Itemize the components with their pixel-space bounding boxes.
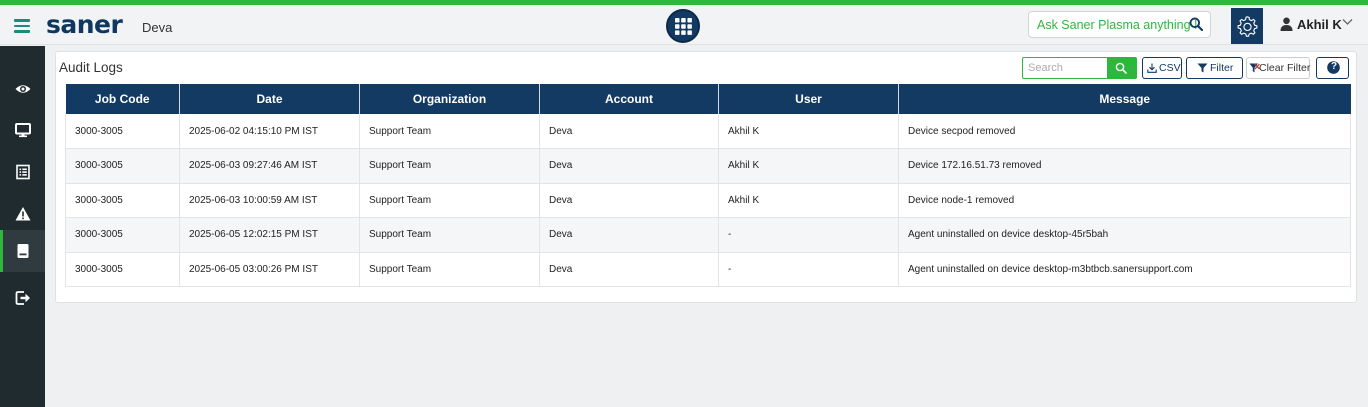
cell-account: Deva [539,252,719,287]
filter-button[interactable]: Filter [1186,57,1243,79]
sidebar-item-audit-logs[interactable] [0,230,45,272]
monitor-icon [15,123,31,138]
cell-user: Akhil K [718,148,899,184]
download-icon [1147,63,1157,73]
clear-filter-label: Clear Filter [1259,62,1311,74]
cell-organization: Support Team [359,252,540,287]
column-header-message[interactable]: Message [898,84,1351,114]
list-icon [16,164,30,180]
chevron-down-icon [1342,19,1353,25]
logs-icon [17,244,29,258]
top-header: saner Deva Ask Saner Plasma anything ! A… [0,5,1368,45]
user-name: Akhil K [1297,17,1342,32]
cell-message: Agent uninstalled on device desktop-m3bt… [898,252,1351,287]
warning-icon [15,207,31,221]
filter-icon [1197,63,1208,73]
cell-organization: Support Team [359,217,540,253]
cell-message: Device secpod removed [898,114,1351,149]
sidebar-item-alerts[interactable] [0,193,45,235]
cell-date: 2025-06-05 03:00:26 PM IST [179,252,360,287]
search-icon [1189,17,1203,31]
cell-message: Device node-1 removed [898,183,1351,218]
cell-account: Deva [539,183,719,218]
search-box [1022,57,1137,79]
help-label: ? [1331,61,1338,72]
saner-logo[interactable]: saner [46,10,123,39]
grid-icon [675,18,692,35]
table-row[interactable]: 3000-3005 2025-06-02 04:15:10 PM IST Sup… [65,114,1351,149]
cell-user: Akhil K [718,183,899,218]
cell-organization: Support Team [359,183,540,218]
column-header-job-code[interactable]: Job Code [65,84,180,114]
column-header-user[interactable]: User [718,84,899,114]
cell-account: Deva [539,217,719,253]
audit-logs-panel: Audit Logs CSV Filter Clear Filter [55,51,1357,303]
cell-date: 2025-06-05 12:02:15 PM IST [179,217,360,253]
sidebar-item-reports[interactable] [0,151,45,193]
cell-account: Deva [539,114,719,149]
filter-label: Filter [1210,62,1234,74]
table-header-row: Job Code Date Organization Account User … [65,84,1351,114]
cell-user: - [718,217,899,253]
table-row[interactable]: 3000-3005 2025-06-05 12:02:15 PM IST Sup… [65,217,1351,253]
logout-icon [15,291,30,305]
ask-saner-plasma-text: Ask Saner Plasma anything ! [1037,18,1198,32]
audit-logs-table: Job Code Date Organization Account User … [65,84,1351,287]
cell-job-code: 3000-3005 [65,252,180,287]
cell-user: Akhil K [718,114,899,149]
ask-saner-plasma-input[interactable]: Ask Saner Plasma anything ! [1028,11,1211,38]
cell-message: Device 172.16.51.73 removed [898,148,1351,184]
search-icon [1115,62,1127,74]
search-input[interactable] [1023,58,1108,78]
export-csv-button[interactable]: CSV [1142,57,1182,79]
cell-job-code: 3000-3005 [65,183,180,218]
column-header-account[interactable]: Account [539,84,719,114]
user-icon [1280,17,1293,31]
column-header-organization[interactable]: Organization [359,84,540,114]
column-header-date[interactable]: Date [179,84,360,114]
cell-message: Agent uninstalled on device desktop-45r5… [898,217,1351,253]
sidebar [0,46,45,407]
cell-account: Deva [539,148,719,184]
hamburger-menu-icon[interactable] [14,19,30,33]
gear-icon [1237,16,1258,37]
cell-job-code: 3000-3005 [65,114,180,149]
cell-date: 2025-06-03 09:27:46 AM IST [179,148,360,184]
search-button[interactable] [1107,58,1136,78]
csv-label: CSV [1159,62,1181,74]
sidebar-item-overview[interactable] [0,68,45,110]
cell-organization: Support Team [359,114,540,149]
cell-date: 2025-06-02 04:15:10 PM IST [179,114,360,149]
eye-icon [15,85,31,93]
cell-job-code: 3000-3005 [65,217,180,253]
sidebar-item-logout[interactable] [0,277,45,319]
cell-user: - [718,252,899,287]
cell-organization: Support Team [359,148,540,184]
settings-button[interactable] [1231,8,1263,44]
table-row[interactable]: 3000-3005 2025-06-03 09:27:46 AM IST Sup… [65,148,1351,184]
cell-date: 2025-06-03 10:00:59 AM IST [179,183,360,218]
table-row[interactable]: 3000-3005 2025-06-05 03:00:26 PM IST Sup… [65,252,1351,287]
help-button[interactable]: ? [1316,57,1349,79]
apps-grid-button[interactable] [666,9,700,43]
table-row[interactable]: 3000-3005 2025-06-03 10:00:59 AM IST Sup… [65,183,1351,218]
clear-filter-button[interactable]: Clear Filter [1246,57,1310,79]
page-title: Audit Logs [59,60,123,75]
sidebar-item-devices[interactable] [0,109,45,151]
account-name: Deva [142,20,173,35]
cell-job-code: 3000-3005 [65,148,180,184]
